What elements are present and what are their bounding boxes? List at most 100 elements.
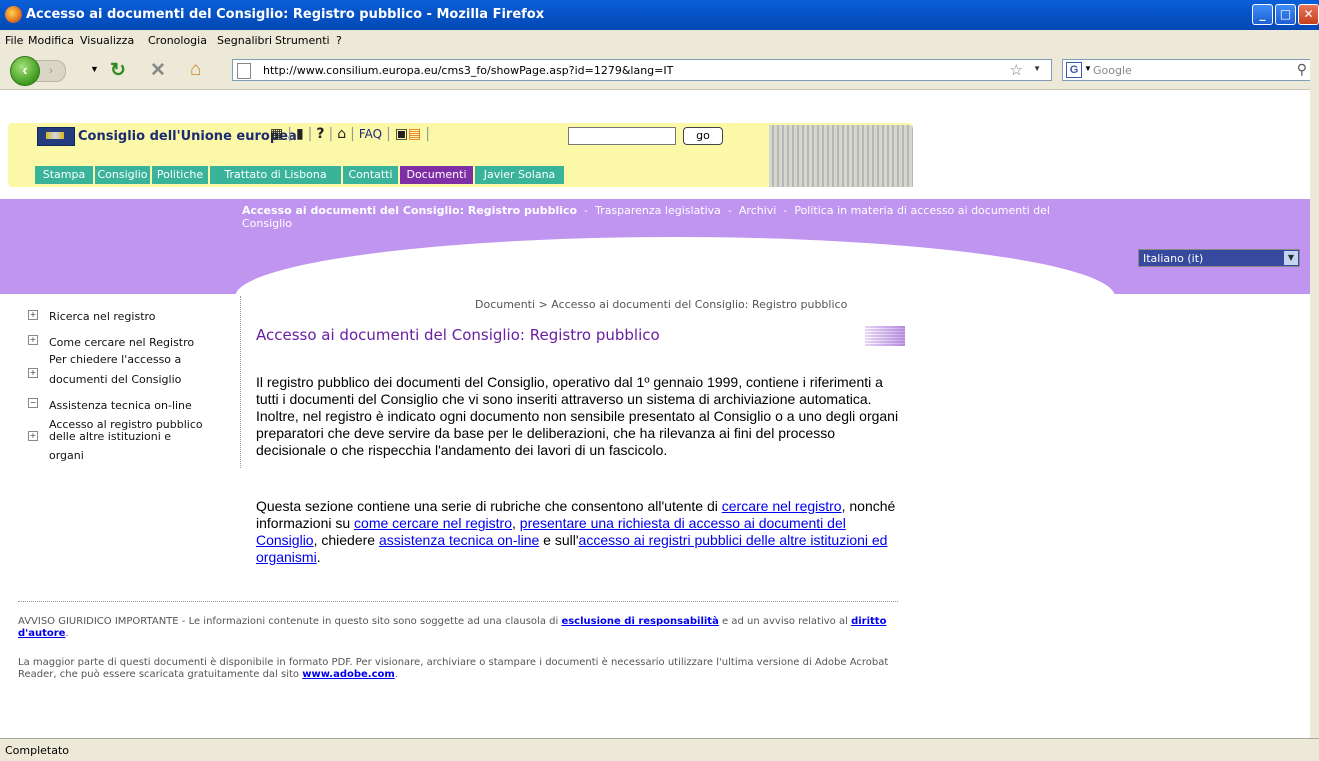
title-decoration	[865, 326, 905, 346]
sidebar-item-label[interactable]: Per chiedere l'accesso a	[49, 353, 181, 366]
tab-javier-solana[interactable]: Javier Solana	[475, 166, 564, 184]
sidebar-item-label[interactable]: documenti del Consiglio	[49, 373, 181, 386]
link-archivi[interactable]: Archivi	[739, 204, 776, 217]
minimize-button[interactable]: _	[1252, 4, 1273, 25]
page-icon	[237, 63, 251, 79]
search-engine-dropdown-icon[interactable]: ▼	[1084, 64, 1092, 73]
camera-icon[interactable]: ▣	[395, 126, 408, 142]
pdf-notice: La maggior parte di questi documenti è d…	[18, 657, 918, 681]
language-select[interactable]: Italiano (it) ▼	[1138, 249, 1300, 267]
home-page-icon[interactable]: ⌂	[337, 126, 346, 142]
chevron-down-icon[interactable]: ▼	[1284, 251, 1298, 265]
firefox-icon	[5, 6, 22, 23]
eu-logo[interactable]	[37, 127, 75, 146]
council-building-image	[769, 125, 913, 187]
expand-icon[interactable]: +	[28, 431, 38, 441]
language-selected[interactable]: Italiano (it)	[1143, 252, 1203, 265]
sidebar-item-label[interactable]: Come cercare nel Registro	[49, 336, 194, 349]
tab-documenti[interactable]: Documenti	[400, 166, 473, 184]
menu-bar: File Modifica Visualizza Cronologia Segn…	[0, 30, 1319, 51]
site-search-input[interactable]	[568, 127, 676, 145]
text: ,	[512, 515, 520, 531]
sidebar-item-label[interactable]: Ricerca nel registro	[49, 310, 156, 323]
reload-icon[interactable]: ↻	[110, 59, 126, 82]
sidebar-item-label[interactable]: organi	[49, 449, 84, 462]
intro-paragraph: Il registro pubblico dei documenti del C…	[256, 374, 899, 458]
legal-notice: AVVISO GIURIDICO IMPORTANTE - Le informa…	[18, 616, 918, 640]
navigation-toolbar: › ‹ ▼ ↻ ✕ ⌂ http://www.consilium.europa.…	[0, 51, 1319, 90]
menu-file[interactable]: File	[5, 34, 23, 47]
site-search-go-button[interactable]: go	[683, 127, 723, 145]
menu-strumenti[interactable]: Strumenti	[275, 34, 330, 47]
footer-divider	[18, 601, 898, 604]
menu-segnalibri[interactable]: Segnalibri	[217, 34, 272, 47]
menu-help[interactable]: ?	[336, 34, 342, 47]
link-cercare-nel-registro[interactable]: cercare nel registro	[722, 498, 842, 514]
tab-contatti[interactable]: Contatti	[343, 166, 398, 184]
rss-icon[interactable]: ▤	[408, 126, 421, 142]
stop-icon[interactable]: ✕	[150, 59, 166, 82]
sidebar-item-label[interactable]: Assistenza tecnica on-line	[49, 399, 192, 412]
tab-consiglio[interactable]: Consiglio	[95, 166, 150, 184]
link-esclusione-responsabilita[interactable]: esclusione di responsabilità	[561, 616, 718, 627]
search-bar[interactable]: G ▼ Google ⚲	[1062, 59, 1312, 81]
menu-cronologia[interactable]: Cronologia	[148, 34, 207, 47]
scrollbar-edge[interactable]	[1310, 52, 1319, 738]
tab-stampa[interactable]: Stampa	[35, 166, 93, 184]
page-title: Accesso ai documenti del Consiglio: Regi…	[256, 326, 660, 344]
print-icon[interactable]: ▮	[296, 126, 304, 142]
history-dropdown-icon[interactable]: ▼	[90, 64, 99, 74]
menu-modifica[interactable]: Modifica	[28, 34, 74, 47]
link-come-cercare-nel-registro[interactable]: come cercare nel registro	[354, 515, 512, 531]
sitemap-icon[interactable]: ▦	[270, 126, 283, 142]
home-icon[interactable]: ⌂	[190, 59, 201, 81]
site-header: Consiglio dell'Unione europea ▦ | ▮ |? | ⌂ | FA…	[8, 123, 913, 187]
text: e ad un avviso relativo al	[718, 616, 852, 627]
sidebar-item-label[interactable]: delle altre istituzioni e	[49, 430, 171, 443]
search-placeholder[interactable]: Google	[1093, 64, 1132, 77]
link-trasparenza-legislativa[interactable]: Trasparenza legislativa	[595, 204, 721, 217]
help-icon[interactable]: ?	[316, 126, 324, 142]
text: e sull'	[539, 532, 579, 548]
url-dropdown-icon[interactable]: ▼	[1033, 64, 1041, 73]
faq-link[interactable]: FAQ	[359, 127, 382, 141]
tab-trattato-di-lisbona[interactable]: Trattato di Lisbona	[210, 166, 341, 184]
window-title-bar: Accesso ai documenti del Consiglio: Regi…	[0, 0, 1319, 30]
link-adobe[interactable]: www.adobe.com	[302, 669, 395, 680]
bookmark-star-icon[interactable]: ☆	[1010, 61, 1023, 79]
expand-icon[interactable]: +	[28, 335, 38, 345]
collapse-icon[interactable]: −	[28, 398, 38, 408]
text: .	[65, 628, 69, 639]
close-button[interactable]: ✕	[1298, 4, 1319, 25]
status-text: Completato	[5, 744, 70, 757]
menu-visualizza[interactable]: Visualizza	[80, 34, 134, 47]
expand-icon[interactable]: +	[28, 368, 38, 378]
maximize-button[interactable]: □	[1275, 4, 1296, 25]
url-text[interactable]: http://www.consilium.europa.eu/cms3_fo/s…	[263, 64, 673, 77]
section-band: Accesso ai documenti del Consiglio: Regi…	[0, 199, 1312, 357]
text: , chiedere	[313, 532, 379, 548]
tab-politiche[interactable]: Politiche	[152, 166, 208, 184]
google-icon[interactable]: G	[1066, 62, 1082, 78]
links-paragraph: Questa sezione contiene una serie di rub…	[256, 498, 906, 566]
back-button[interactable]: ‹	[10, 56, 40, 86]
breadcrumb: Documenti > Accesso ai documenti del Con…	[475, 298, 848, 311]
status-bar: Completato	[0, 738, 1319, 761]
text: .	[394, 669, 399, 680]
text: Questa sezione contiene una serie di rub…	[256, 498, 722, 514]
link-assistenza-tecnica[interactable]: assistenza tecnica on-line	[379, 532, 539, 548]
address-bar[interactable]: http://www.consilium.europa.eu/cms3_fo/s…	[232, 59, 1052, 81]
text: AVVISO GIURIDICO IMPORTANTE - Le informa…	[18, 616, 562, 627]
window-title: Accesso ai documenti del Consiglio: Regi…	[26, 7, 545, 22]
expand-icon[interactable]: +	[28, 310, 38, 320]
sidebar: + Ricerca nel registro + Come cercare ne…	[28, 296, 241, 468]
section-links: Accesso ai documenti del Consiglio: Regi…	[242, 204, 1050, 230]
text: .	[316, 549, 321, 565]
forward-button[interactable]: ›	[36, 60, 66, 82]
page-content: Consiglio dell'Unione europea ▦ | ▮ |? | ⌂ | FA…	[0, 90, 1319, 738]
text: La maggior parte di questi documenti è d…	[18, 657, 889, 680]
link-registro-pubblico[interactable]: Accesso ai documenti del Consiglio: Regi…	[242, 204, 577, 217]
header-icons: ▦ | ▮ |? | ⌂ | FAQ | ▣▤ |	[270, 126, 430, 142]
search-icon[interactable]: ⚲	[1297, 61, 1307, 78]
site-name[interactable]: Consiglio dell'Unione europea	[78, 129, 297, 144]
